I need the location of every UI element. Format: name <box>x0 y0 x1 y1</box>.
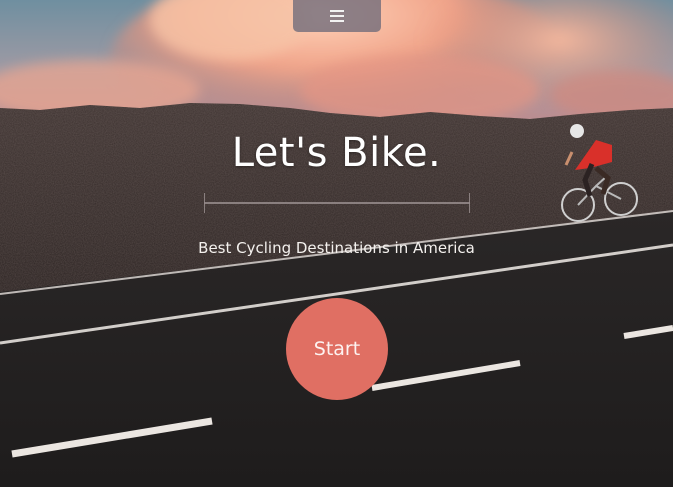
menu-button[interactable] <box>293 0 381 32</box>
hero-title: Let's Bike. <box>231 130 442 176</box>
title-divider <box>204 193 470 213</box>
hamburger-menu-icon <box>330 10 344 22</box>
hero-section: Let's Bike. Best Cycling Destinations in… <box>0 0 673 487</box>
hero-subtitle: Best Cycling Destinations in America <box>198 239 475 257</box>
start-button[interactable]: Start <box>286 298 388 400</box>
